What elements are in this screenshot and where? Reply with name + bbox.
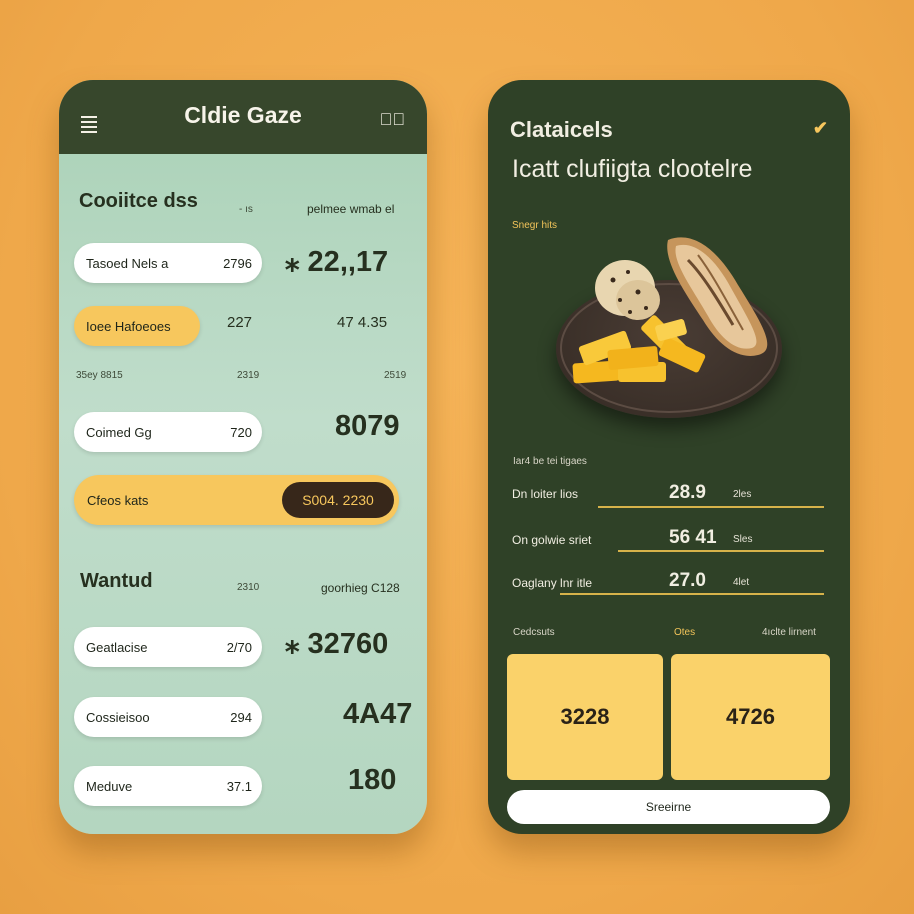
list-item-pill[interactable]: Tasoed Nels a 2796 bbox=[74, 243, 262, 283]
caption-right: 2519 bbox=[384, 370, 407, 381]
list-item-pill[interactable]: Cossieisoo 294 bbox=[74, 697, 262, 737]
left-phone-screen: Cldie Gaze ✕⃥ Cooiitce dss - ıs pelmee w… bbox=[59, 80, 427, 834]
list-item-pill-highlight[interactable]: Ioee Hafoeoes bbox=[74, 306, 200, 346]
list-item-value: 227 bbox=[227, 314, 253, 331]
list-item-label: Tasoed Nels a bbox=[86, 255, 169, 271]
metric-row-unit: 4let bbox=[733, 577, 750, 588]
metric-row-label: Oaglany lnr itle bbox=[512, 576, 593, 590]
list-item-value: 294 bbox=[230, 709, 252, 725]
section-meta-1: - ıs bbox=[239, 204, 253, 215]
list-item-value: 720 bbox=[230, 424, 252, 440]
big-value: ⁎ 32760 bbox=[285, 628, 389, 660]
caption-mid: 2319 bbox=[237, 370, 260, 381]
side-value: 47 4.35 bbox=[337, 314, 388, 331]
food-tag: Snegr hits bbox=[512, 220, 558, 231]
list-item-label: Cossieisoo bbox=[86, 709, 150, 725]
section-meta-right-2: goorhieg C128 bbox=[321, 581, 400, 595]
list-item-label: Geatlacise bbox=[86, 639, 148, 655]
metric-underline bbox=[598, 506, 824, 508]
list-item-value: 37.1 bbox=[226, 778, 252, 794]
metric-row-unit: 2les bbox=[733, 489, 752, 500]
footer-caption-left: Cedcsuts bbox=[513, 627, 555, 638]
stat-tile-right[interactable]: 4726 bbox=[671, 654, 830, 780]
food-illustration bbox=[572, 237, 768, 384]
bar-value-chip: S004. 2230 bbox=[282, 482, 394, 518]
list-item-value: 2796 bbox=[223, 255, 252, 271]
metric-row-unit: Sles bbox=[733, 534, 753, 545]
metric-row-label: On golwie sriet bbox=[512, 533, 592, 547]
big-value: 8079 bbox=[335, 410, 400, 442]
metric-row-value: 28.9 bbox=[669, 482, 706, 503]
bar-label: Cfeos kats bbox=[87, 493, 149, 508]
check-chevron-icon[interactable]: ✔ bbox=[813, 118, 828, 139]
metrics-caption: Iar4 be tei tigaes bbox=[513, 456, 587, 467]
big-value: ⁎ 22,,17 bbox=[285, 246, 389, 278]
list-item-label: Meduve bbox=[86, 778, 133, 794]
big-value: 4A47 bbox=[343, 698, 413, 730]
right-subtitle: Icatt clufiigta clootelre bbox=[512, 155, 753, 183]
highlight-bar[interactable]: Cfeos kats S004. 2230 bbox=[74, 475, 399, 525]
left-app-title: Cldie Gaze bbox=[184, 102, 302, 128]
footer-caption-right: 4ıclte lirnent bbox=[762, 627, 816, 638]
metric-underline bbox=[618, 550, 824, 552]
right-title: Clataicels bbox=[510, 117, 613, 142]
section-title-1: Cooiitce dss bbox=[79, 190, 198, 212]
left-header: Cldie Gaze ✕⃥ bbox=[59, 80, 427, 154]
primary-button[interactable]: Sreeirne bbox=[507, 790, 830, 824]
caption-left: 35ey 8815 bbox=[76, 370, 123, 381]
stat-tile-left[interactable]: 3228 bbox=[507, 654, 663, 780]
right-phone-screen: Clataicels ✔ Icatt clufiigta clootelre S… bbox=[488, 80, 850, 834]
list-item-label: Ioee Hafoeoes bbox=[86, 318, 171, 334]
list-item-label: Coimed Gg bbox=[86, 424, 152, 440]
list-item-pill[interactable]: Meduve 37.1 bbox=[74, 766, 262, 806]
list-item-pill[interactable]: Coimed Gg 720 bbox=[74, 412, 262, 452]
big-value: 180 bbox=[348, 764, 397, 796]
metric-row-value: 56 41 bbox=[669, 527, 717, 548]
close-icon[interactable]: ✕⃥ bbox=[380, 110, 406, 130]
section-meta-2: 2310 bbox=[237, 582, 260, 593]
section-title-2: Wantud bbox=[80, 570, 153, 592]
section-meta-right-1: pelmee wmab el bbox=[307, 202, 395, 216]
metric-row-label: Dn loiter lios bbox=[512, 487, 579, 501]
footer-caption-mid: Otes bbox=[674, 627, 696, 638]
metric-row-value: 27.0 bbox=[669, 570, 706, 591]
metric-underline bbox=[560, 593, 824, 595]
list-item-value: 2/70 bbox=[226, 639, 252, 655]
list-item-pill[interactable]: Geatlacise 2/70 bbox=[74, 627, 262, 667]
